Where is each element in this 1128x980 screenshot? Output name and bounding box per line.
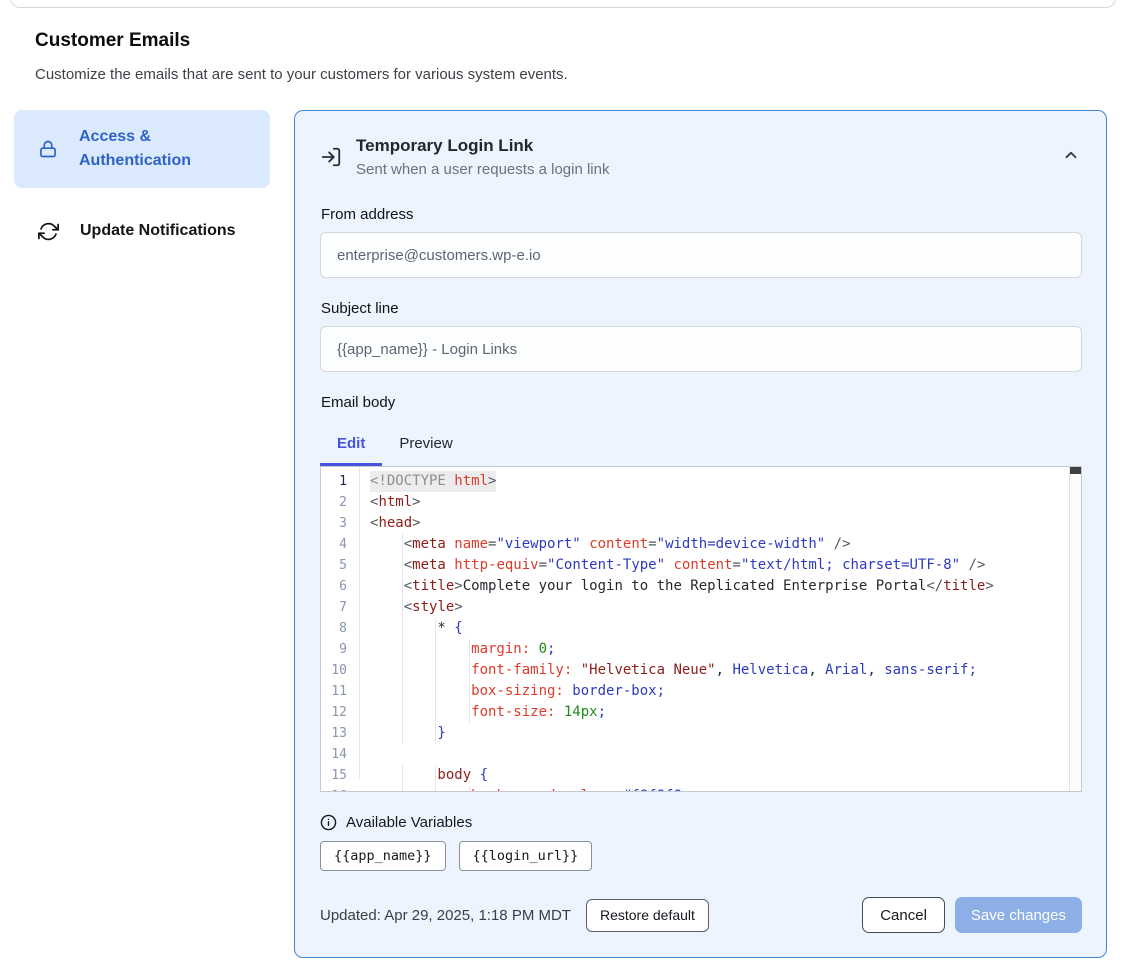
cancel-button[interactable]: Cancel [862, 897, 945, 933]
footer-actions: Cancel Save changes [862, 897, 1082, 933]
panel-header: Temporary Login Link Sent when a user re… [320, 135, 1082, 179]
code-line[interactable]: 10font-family: "Helvetica Neue", Helveti… [321, 660, 1069, 681]
code-line[interactable]: 14 [321, 744, 1069, 765]
code-line[interactable]: 7<style> [321, 597, 1069, 618]
sidebar-item-label: Access & Authentication [79, 125, 231, 173]
variable-chips: {{app_name}} {{login_url}} [320, 841, 1082, 871]
code-line[interactable]: 2<html> [321, 492, 1069, 513]
code-line[interactable]: 6<title>Complete your login to the Repli… [321, 576, 1069, 597]
log-in-icon [320, 146, 342, 168]
email-types-sidebar: Access & Authentication Update Notificat… [14, 110, 270, 257]
page-subtitle: Customize the emails that are sent to yo… [35, 66, 568, 83]
code-line[interactable]: 11box-sizing: border-box; [321, 681, 1069, 702]
code-line[interactable]: 4<meta name="viewport" content="width=de… [321, 534, 1069, 555]
temporary-login-link-panel: Temporary Login Link Sent when a user re… [294, 110, 1107, 958]
panel-footer: Updated: Apr 29, 2025, 1:18 PM MDT Resto… [320, 897, 1082, 933]
available-variables-label: Available Variables [346, 814, 472, 831]
code-line[interactable]: 12font-size: 14px; [321, 702, 1069, 723]
available-variables-header: Available Variables [320, 814, 1082, 831]
info-icon [320, 814, 337, 831]
tab-preview[interactable]: Preview [382, 426, 469, 466]
updated-timestamp: Updated: Apr 29, 2025, 1:18 PM MDT [320, 907, 571, 924]
code-line[interactable]: 16background-color: #f8f8f8; [321, 786, 1069, 791]
chevron-up-icon [1062, 146, 1080, 164]
panel-title: Temporary Login Link [356, 135, 609, 157]
code-line[interactable]: 9margin: 0; [321, 639, 1069, 660]
collapse-panel-button[interactable] [1060, 144, 1082, 166]
code-line[interactable]: 3<head> [321, 513, 1069, 534]
editor-scrollbar-thumb[interactable] [1070, 467, 1081, 474]
code-editor[interactable]: 1<!DOCTYPE html>2<html>3<head>4<meta nam… [320, 466, 1082, 792]
code-line[interactable]: 15body { [321, 765, 1069, 786]
sidebar-item-access-authentication[interactable]: Access & Authentication [14, 110, 270, 188]
panel-title-block: Temporary Login Link Sent when a user re… [356, 135, 609, 179]
subject-line-field: Subject line [320, 300, 1082, 372]
lock-icon [38, 139, 58, 159]
code-line[interactable]: 8* { [321, 618, 1069, 639]
email-body-label: Email body [321, 394, 1082, 411]
subject-line-label: Subject line [321, 300, 1082, 317]
from-address-input[interactable] [320, 232, 1082, 278]
subject-line-input[interactable] [320, 326, 1082, 372]
tab-edit[interactable]: Edit [320, 426, 382, 466]
editor-vertical-scrollbar[interactable] [1069, 467, 1081, 791]
code-line[interactable]: 5<meta http-equiv="Content-Type" content… [321, 555, 1069, 576]
panel-subtitle: Sent when a user requests a login link [356, 160, 609, 179]
sidebar-item-update-notifications[interactable]: Update Notifications [14, 205, 270, 257]
previous-card-bottom-edge [10, 0, 1116, 8]
restore-default-button[interactable]: Restore default [586, 899, 709, 932]
code-line[interactable]: 1<!DOCTYPE html> [321, 471, 1069, 492]
editor-tabs: Edit Preview [320, 426, 1082, 466]
from-address-field: From address [320, 206, 1082, 278]
page-title: Customer Emails [35, 30, 190, 52]
refresh-icon [38, 221, 59, 242]
variable-chip-login-url[interactable]: {{login_url}} [459, 841, 593, 871]
variable-chip-app-name[interactable]: {{app_name}} [320, 841, 446, 871]
code-line[interactable]: 13} [321, 723, 1069, 744]
sidebar-item-label: Update Notifications [80, 219, 236, 243]
save-changes-button[interactable]: Save changes [955, 897, 1082, 933]
code-lines: 1<!DOCTYPE html>2<html>3<head>4<meta nam… [321, 467, 1069, 791]
from-address-label: From address [321, 206, 1082, 223]
